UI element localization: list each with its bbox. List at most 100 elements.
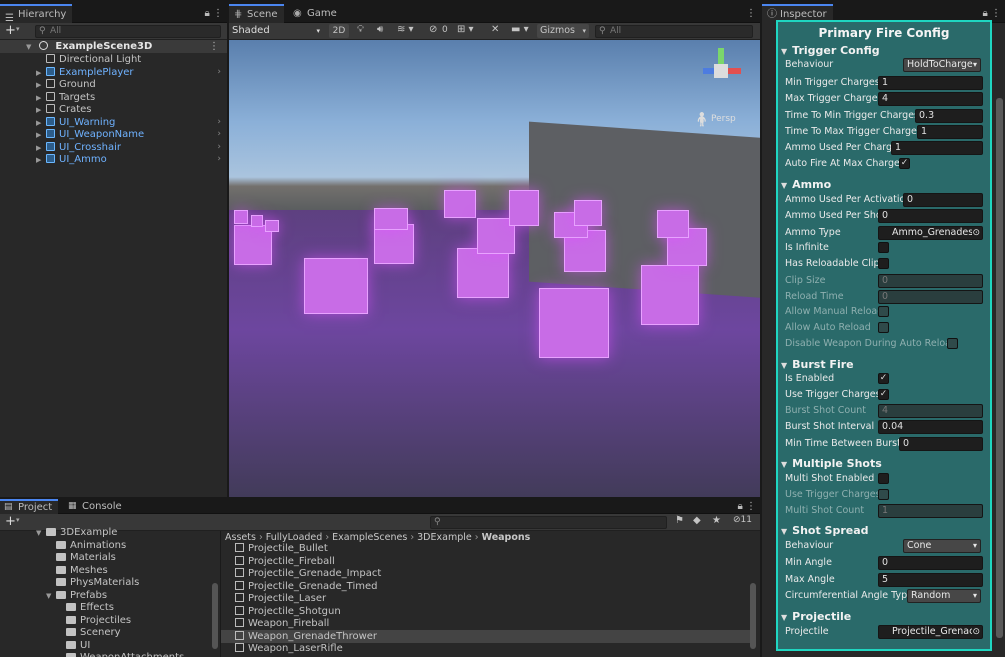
checkbox[interactable] <box>878 242 889 253</box>
project-file-item[interactable]: Weapon_LaserRifle <box>221 642 750 655</box>
tab-game[interactable]: ◉ Game <box>289 4 343 23</box>
foldout-arrow-icon[interactable]: ▼ <box>781 181 787 190</box>
dropdown[interactable]: HoldToCharge <box>903 58 981 72</box>
checkbox[interactable]: ✓ <box>878 373 889 384</box>
foldout-arrow-icon[interactable]: ▼ <box>781 47 787 56</box>
project-file-item[interactable]: Projectile_Grenade_Timed <box>221 580 750 593</box>
foldout-arrow-icon[interactable]: ▼ <box>781 460 787 469</box>
camera-dropdown-icon[interactable]: ▬ ▾ <box>511 24 529 35</box>
dropdown[interactable]: Cone <box>903 539 981 553</box>
number-field[interactable]: 0.3 <box>915 109 983 123</box>
kebab-menu-icon[interactable]: ⋮ <box>746 8 756 19</box>
section-header[interactable]: ▼ Trigger Config <box>781 43 880 59</box>
number-field[interactable]: 0 <box>878 290 983 304</box>
project-folder-item[interactable]: UI <box>0 639 220 652</box>
lock-icon[interactable]: 🔒︎ <box>204 8 209 19</box>
project-folder-item[interactable]: Meshes <box>0 564 220 577</box>
number-field[interactable]: 1 <box>917 125 983 139</box>
hidden-packages-icon[interactable]: ⊘11 <box>733 515 752 525</box>
section-header[interactable]: ▼ Projectile <box>781 609 851 625</box>
number-field[interactable]: 1 <box>878 504 983 518</box>
add-dropdown-icon[interactable]: ▾ <box>16 25 20 33</box>
project-file-item[interactable]: Projectile_Grenade_Impact <box>221 567 750 580</box>
open-prefab-arrow-icon[interactable]: › <box>217 141 221 154</box>
expand-arrow-icon[interactable]: ▶ <box>36 154 46 167</box>
project-folder-item[interactable]: Scenery <box>0 626 220 639</box>
project-file-item[interactable]: Projectile_Fireball <box>221 555 750 568</box>
hierarchy-item[interactable]: Directional Light <box>0 53 227 66</box>
project-file-item[interactable]: Weapon_Fireball <box>221 617 750 630</box>
hierarchy-item[interactable]: ▶ Crates <box>0 103 227 116</box>
grid-dropdown-icon[interactable]: ⊞ ▾ <box>457 24 474 35</box>
project-folder-item[interactable]: Animations <box>0 539 220 552</box>
project-file-item[interactable]: Projectile_Bullet <box>221 542 750 555</box>
number-field[interactable]: 0 <box>878 274 983 288</box>
scene-viewport[interactable]: 🧍︎ Persp <box>229 40 760 497</box>
checkbox[interactable] <box>878 322 889 333</box>
number-field[interactable]: 4 <box>878 92 983 106</box>
project-folder-item[interactable]: Projectiles <box>0 614 220 627</box>
section-header[interactable]: ▼ Shot Spread <box>781 523 869 539</box>
hierarchy-item[interactable]: ▶ UI_Ammo › <box>0 153 227 166</box>
gizmos-dropdown[interactable]: Gizmos ▾ <box>537 24 589 38</box>
tab-scene[interactable]: ⋕ Scene <box>229 4 284 23</box>
project-folder-item[interactable]: Materials <box>0 551 220 564</box>
section-header[interactable]: ▼ Multiple Shots <box>781 456 882 472</box>
project-folder-item[interactable]: PhysMaterials <box>0 576 220 589</box>
effects-dropdown-icon[interactable]: ≋ ▾ <box>397 24 414 35</box>
checkbox[interactable] <box>878 489 889 500</box>
visibility-icon[interactable]: ⊘ <box>429 24 437 35</box>
number-field[interactable]: 0 <box>903 193 983 207</box>
hierarchy-item[interactable]: ▶ UI_Crosshair › <box>0 141 227 154</box>
foldout-arrow-icon[interactable]: ▼ <box>781 613 787 622</box>
number-field[interactable]: 0 <box>878 209 983 223</box>
open-prefab-arrow-icon[interactable]: › <box>217 128 221 141</box>
hierarchy-item[interactable]: ▶ UI_Warning › <box>0 116 227 129</box>
add-dropdown-icon[interactable]: ▾ <box>16 516 20 524</box>
orientation-gizmo[interactable] <box>699 48 743 92</box>
project-folder-item[interactable]: ▼ Prefabs <box>0 589 220 602</box>
audio-toggle-icon[interactable]: 🔊︎ <box>377 24 383 35</box>
perspective-label[interactable]: Persp <box>711 114 736 124</box>
kebab-menu-icon[interactable]: ⋮ <box>213 8 223 19</box>
number-field[interactable]: 5 <box>878 573 983 587</box>
project-file-item[interactable]: Projectile_Shotgun <box>221 605 750 618</box>
file-list-scrollbar[interactable] <box>750 583 756 649</box>
project-folder-item[interactable]: WeaponAttachments <box>0 651 220 657</box>
tree-scrollbar[interactable] <box>212 583 218 649</box>
checkbox[interactable] <box>878 306 889 317</box>
checkbox[interactable] <box>878 473 889 484</box>
number-field[interactable]: 0 <box>878 556 983 570</box>
section-header[interactable]: ▼ Burst Fire <box>781 357 854 373</box>
section-header[interactable]: ▼ Ammo <box>781 177 831 193</box>
project-folder-item[interactable]: Effects <box>0 601 220 614</box>
checkbox[interactable] <box>947 338 958 349</box>
number-field[interactable]: 4 <box>878 404 983 418</box>
kebab-menu-icon[interactable]: ⋮ <box>746 501 756 512</box>
open-prefab-arrow-icon[interactable]: › <box>217 66 221 79</box>
project-file-item[interactable]: Weapon_GrenadeThrower <box>221 629 750 643</box>
scene-search-input[interactable]: ⚲ All <box>595 25 753 38</box>
project-file-item[interactable]: Projectile_Laser <box>221 592 750 605</box>
filter-type-icon[interactable]: ⚑ <box>675 515 684 526</box>
shading-mode-dropdown[interactable]: Shaded ▾ <box>232 24 322 38</box>
2d-toggle-button[interactable]: 2D <box>329 24 349 38</box>
tab-hierarchy[interactable]: ☰ Hierarchy <box>0 4 73 24</box>
tools-icon[interactable]: ✕ <box>491 24 499 35</box>
scene-row[interactable]: ▼ ExampleScene3D ⋮ <box>0 40 227 53</box>
foldout-arrow-icon[interactable]: ▼ <box>781 527 787 536</box>
checkbox[interactable]: ✓ <box>878 389 889 400</box>
tab-console[interactable]: ▦ Console <box>64 499 128 514</box>
object-field[interactable]: Projectile_Grenac <box>878 625 983 639</box>
checkbox[interactable] <box>878 258 889 269</box>
kebab-menu-icon[interactable]: ⋮ <box>991 8 1001 19</box>
inspector-scrollbar[interactable] <box>996 98 1003 638</box>
number-field[interactable]: 0.04 <box>878 420 983 434</box>
number-field[interactable]: 0 <box>899 437 983 451</box>
project-search-input[interactable]: ⚲ <box>430 516 667 529</box>
dropdown[interactable]: Random <box>907 589 981 603</box>
hierarchy-item[interactable]: ▶ Targets <box>0 91 227 104</box>
hierarchy-item[interactable]: ▶ UI_WeaponName › <box>0 128 227 141</box>
checkbox[interactable]: ✓ <box>899 158 910 169</box>
object-field[interactable]: Ammo_Grenades <box>878 226 983 240</box>
